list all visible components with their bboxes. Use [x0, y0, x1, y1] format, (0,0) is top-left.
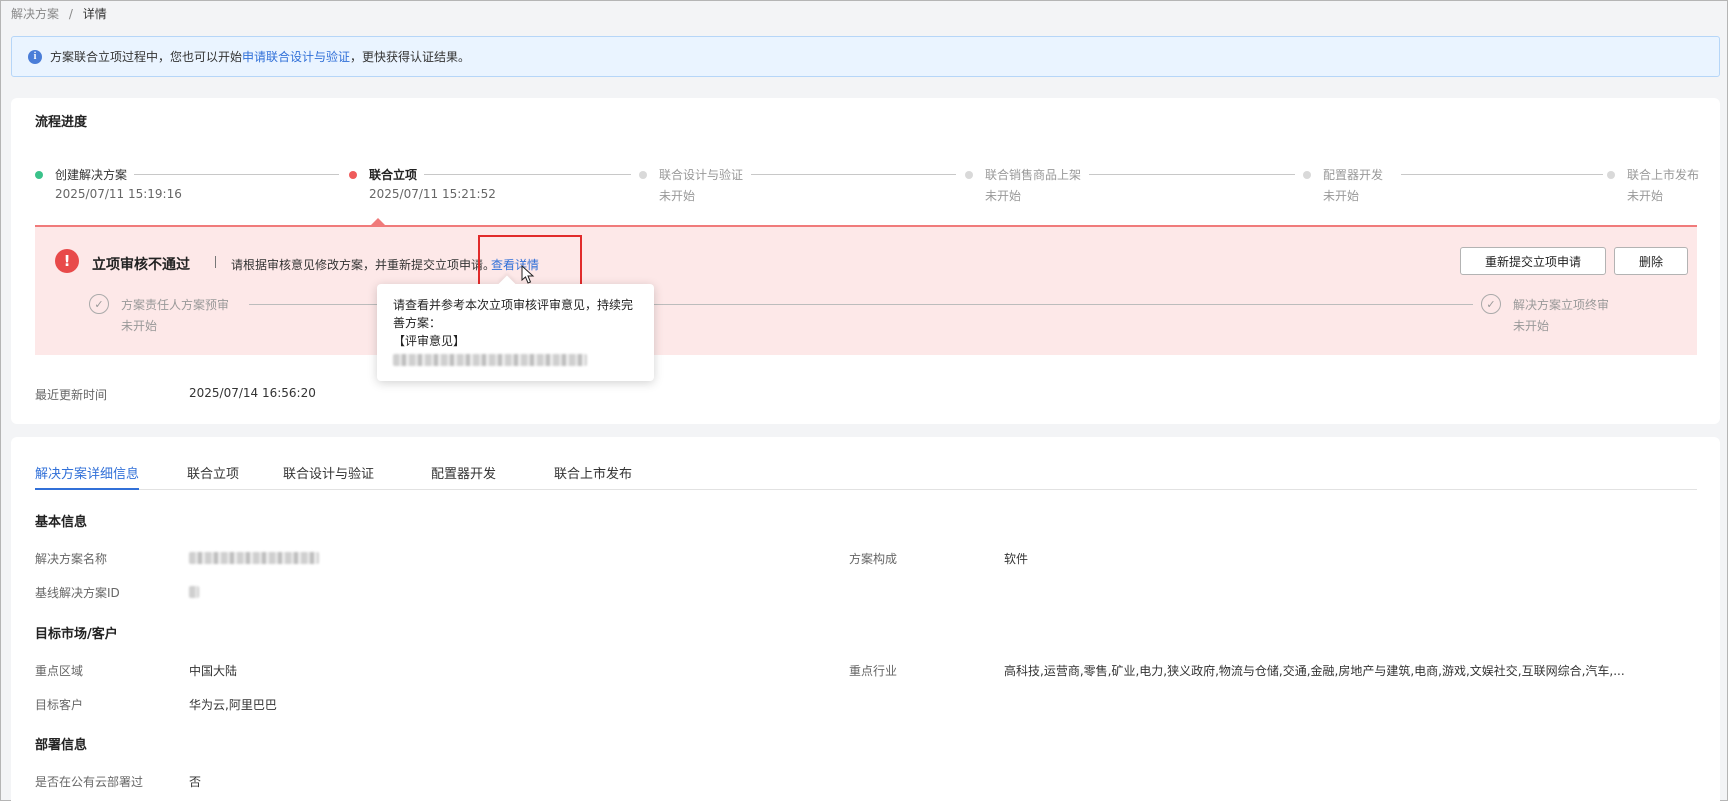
step-status: 未开始: [1627, 189, 1664, 203]
composition-value: 软件: [1004, 552, 1029, 566]
step-status: 未开始: [985, 189, 1022, 203]
solution-name-value-redacted: [189, 550, 319, 564]
error-divider: [215, 256, 216, 268]
sub-step-status: 未开始: [121, 319, 158, 333]
error-panel-caret: [371, 218, 385, 225]
deployment-info-title: 部署信息: [35, 738, 88, 753]
industry-value: 高科技,运营商,零售,矿业,电力,狭义政府,物流与仓储,交通,金融,房地产与建筑…: [1004, 664, 1625, 678]
step-date: 2025/07/11 15:19:16: [55, 187, 182, 201]
detail-tabs: 解决方案详细信息 联合立项 联合设计与验证 配置器开发 联合上市发布: [35, 463, 1697, 490]
detail-card: 解决方案详细信息 联合立项 联合设计与验证 配置器开发 联合上市发布 基本信息 …: [11, 437, 1720, 801]
step-status: 未开始: [1323, 189, 1360, 203]
resubmit-initiation-button[interactable]: 重新提交立项申请: [1460, 247, 1606, 275]
exclamation-icon: !: [55, 249, 79, 273]
customer-value: 华为云,阿里巴巴: [189, 698, 277, 712]
breadcrumb: 解决方案 / 详情: [11, 5, 107, 21]
tab-joint-initiation[interactable]: 联合立项: [187, 463, 239, 490]
composition-label: 方案构成: [849, 552, 898, 566]
tab-solution-details[interactable]: 解决方案详细信息: [35, 463, 140, 490]
step-connector: [134, 174, 339, 175]
step-dot-done: [35, 171, 43, 179]
tab-joint-design[interactable]: 联合设计与验证: [283, 463, 374, 490]
sub-step-title: 解决方案立项终审: [1513, 298, 1610, 312]
breadcrumb-current: 详情: [82, 7, 107, 21]
step-connector: [424, 174, 631, 175]
step-title: 联合立项: [369, 168, 418, 182]
review-failed-panel: ! 立项审核不通过 请根据审核意见修改方案，并重新提交立项申请。 查看详情 重新…: [35, 225, 1697, 355]
page-frame: 解决方案 / 详情 i 方案联合立项过程中，您也可以开始 申请联合设计与验证 ，…: [0, 0, 1728, 801]
sub-step-title: 方案责任人方案预审: [121, 298, 230, 312]
basic-info-title: 基本信息: [35, 515, 88, 530]
target-market-title: 目标市场/客户: [35, 627, 118, 642]
public-cloud-label: 是否在公有云部署过: [35, 775, 144, 789]
step-connector: [1089, 174, 1295, 175]
step-title: 创建解决方案: [55, 168, 128, 182]
sub-step-status: 未开始: [1513, 319, 1550, 333]
apply-design-verification-link[interactable]: 申请联合设计与验证: [242, 48, 350, 65]
customer-label: 目标客户: [35, 698, 84, 712]
step-dot-pending: [639, 171, 647, 179]
banner-text-before: 方案联合立项过程中，您也可以开始: [50, 50, 243, 64]
step-date: 2025/07/11 15:21:52: [369, 187, 496, 201]
mouse-cursor-icon: [521, 265, 535, 284]
step-title: 联合销售商品上架: [985, 168, 1082, 182]
public-cloud-value: 否: [189, 775, 202, 789]
review-comments-tooltip: 请查看并参考本次立项审核评审意见，持续完善方案： 【评审意见】: [377, 275, 654, 381]
banner-text-after: ，更快获得认证结果。: [350, 50, 471, 64]
error-title: 立项审核不通过: [92, 257, 190, 273]
info-banner: i 方案联合立项过程中，您也可以开始 申请联合设计与验证 ，更快获得认证结果。: [11, 36, 1720, 77]
region-label: 重点区域: [35, 664, 84, 678]
tab-configurator[interactable]: 配置器开发: [431, 463, 496, 490]
process-steps: 创建解决方案 2025/07/11 15:19:16 联合立项 2025/07/…: [11, 98, 1720, 203]
error-message: 请根据审核意见修改方案，并重新提交立项申请。: [231, 258, 496, 272]
last-update-value: 2025/07/14 16:56:20: [189, 386, 316, 400]
last-update-label: 最近更新时间: [35, 388, 108, 402]
step-dot-pending: [1303, 171, 1311, 179]
step-title: 配置器开发: [1323, 168, 1384, 182]
step-connector: [1401, 174, 1603, 175]
industry-label: 重点行业: [849, 664, 898, 678]
tooltip-label: 【评审意见】: [393, 334, 466, 348]
tooltip-redacted-comment: [393, 350, 638, 368]
region-value: 中国大陆: [189, 664, 238, 678]
step-dot-pending: [965, 171, 973, 179]
step-connector: [751, 174, 956, 175]
step-title: 联合设计与验证: [659, 168, 744, 182]
tooltip-text: 请查看并参考本次立项审核评审意见，持续完善方案：: [393, 298, 634, 330]
delete-button[interactable]: 删除: [1614, 247, 1688, 275]
check-circle-icon: ✓: [1481, 294, 1501, 314]
step-status: 未开始: [659, 189, 696, 203]
baseline-id-label: 基线解决方案ID: [35, 586, 120, 600]
check-circle-icon: ✓: [89, 294, 109, 314]
step-dot-failed: [349, 171, 357, 179]
tab-market-launch[interactable]: 联合上市发布: [554, 463, 632, 490]
baseline-id-value-redacted: [189, 584, 199, 598]
progress-card: 流程进度 创建解决方案 2025/07/11 15:19:16 联合立项 202…: [11, 98, 1720, 424]
info-icon: i: [28, 49, 42, 64]
step-dot-pending: [1607, 171, 1615, 179]
solution-name-label: 解决方案名称: [35, 552, 108, 566]
breadcrumb-parent[interactable]: 解决方案: [11, 7, 59, 21]
breadcrumb-separator: /: [68, 7, 73, 21]
step-title: 联合上市发布: [1627, 168, 1700, 182]
